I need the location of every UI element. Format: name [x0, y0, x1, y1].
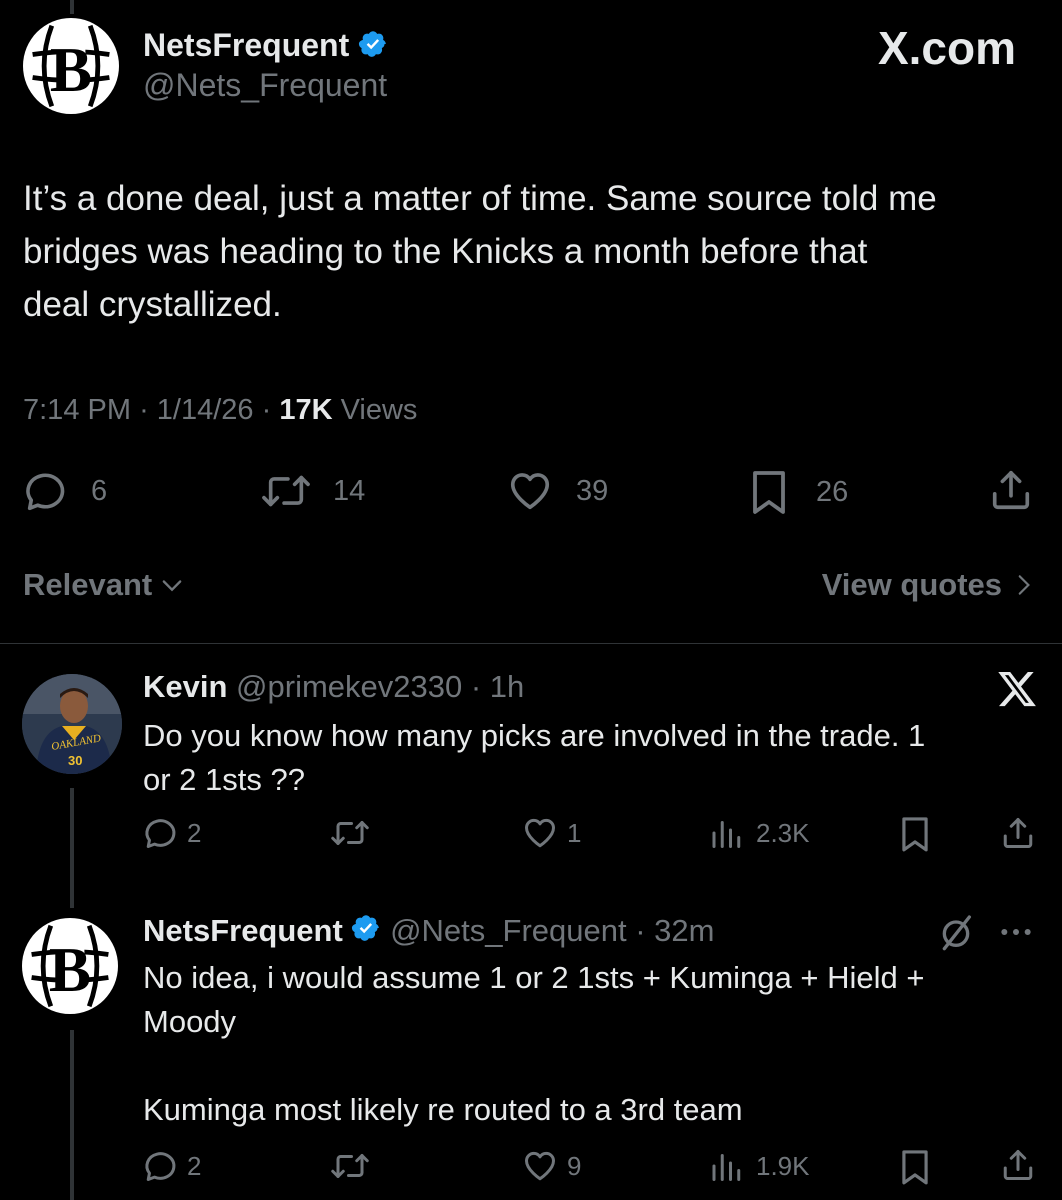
- player-photo-icon: OAKLAND 30: [22, 674, 122, 774]
- reply-text-line: Moody: [143, 1004, 237, 1039]
- thread-line-reply2: [70, 1030, 74, 1200]
- author-handle[interactable]: @Nets_Frequent: [143, 66, 387, 104]
- reply1-share-button[interactable]: [1000, 814, 1036, 852]
- reply-text-line: [143, 1044, 924, 1088]
- reply2-views-count: 1.9K: [756, 1150, 810, 1181]
- view-quotes-label: View quotes: [821, 567, 1002, 602]
- verified-badge-icon: [351, 913, 381, 952]
- bookmark-icon: [753, 471, 785, 514]
- reply-text-line: Kuminga most likely re routed to a 3rd t…: [143, 1092, 743, 1127]
- share-icon: [1003, 818, 1033, 848]
- reply2-share-button[interactable]: [1000, 1146, 1036, 1184]
- like-button[interactable]: 39: [506, 468, 608, 514]
- views-chart-icon: [712, 821, 741, 848]
- repost-count: 14: [333, 474, 366, 507]
- kevin-avatar[interactable]: OAKLAND 30: [22, 674, 122, 774]
- reply2-bookmark-button[interactable]: [898, 1148, 932, 1186]
- reply2-repost-button[interactable]: [328, 1148, 372, 1184]
- heart-icon: [510, 473, 550, 510]
- thread-line-reply1: [70, 788, 74, 908]
- reply-author-handle[interactable]: @Nets_Frequent: [390, 913, 627, 948]
- bookmark-count: 26: [816, 475, 849, 508]
- reply1-views[interactable]: 2.3K: [708, 815, 810, 851]
- reply2-like-count: 9: [567, 1150, 582, 1181]
- heart-icon: [525, 818, 555, 848]
- bookmark-icon: [902, 1150, 928, 1185]
- share-icon: [1003, 1150, 1033, 1180]
- jersey-number: 30: [68, 753, 82, 768]
- reply1-repost-button[interactable]: [328, 815, 372, 851]
- repost-icon: [262, 475, 310, 507]
- reply2-reply-button[interactable]: 2: [143, 1148, 201, 1184]
- tweet-meta: 7:14 PM · 1/14/26 · 17K Views: [23, 394, 418, 426]
- chevron-down-icon: [162, 580, 182, 592]
- reply-text-line: or 2 1sts ??: [143, 762, 305, 797]
- nets-logo-icon: B: [23, 919, 117, 1013]
- sort-label: Relevant: [23, 567, 153, 602]
- share-button[interactable]: [988, 466, 1034, 514]
- tweet-text-line: bridges was heading to the Knicks a mont…: [23, 232, 868, 271]
- reply-author-name[interactable]: NetsFrequent: [143, 913, 343, 948]
- sort-relevant-dropdown[interactable]: Relevant: [23, 566, 186, 604]
- chevron-right-icon: [1018, 575, 1030, 595]
- netsfrequent-avatar[interactable]: B: [23, 18, 119, 114]
- more-options-icon[interactable]: [996, 912, 1036, 957]
- views-label: Views: [340, 394, 418, 426]
- heart-icon: [525, 1151, 555, 1181]
- x-logo-icon: [996, 668, 1038, 715]
- repost-icon: [331, 1154, 369, 1178]
- like-count: 39: [576, 474, 609, 507]
- netsfrequent-reply-avatar[interactable]: B: [22, 918, 118, 1014]
- x-com-watermark: X.com: [877, 22, 1016, 74]
- reply-author-name[interactable]: Kevin: [143, 669, 227, 704]
- reply-text-line: No idea, i would assume 1 or 2 1sts + Ku…: [143, 960, 925, 995]
- author-name[interactable]: NetsFrequent: [143, 27, 349, 63]
- divider: [0, 643, 1062, 644]
- repost-button[interactable]: 14: [259, 468, 365, 514]
- reply-icon: [145, 1152, 176, 1181]
- reply-icon: [26, 473, 65, 511]
- reply2-like-button[interactable]: 9: [521, 1148, 581, 1184]
- views-count: 17K: [279, 394, 333, 426]
- reply-count: 6: [91, 474, 108, 507]
- repost-icon: [331, 821, 369, 845]
- tweet-text-line: deal crystallized.: [23, 285, 282, 324]
- grok-icon[interactable]: [936, 912, 976, 957]
- svg-text:B: B: [49, 935, 91, 1005]
- reply2-reply-count: 2: [187, 1150, 202, 1181]
- share-icon: [992, 470, 1030, 510]
- reply-text-line: Do you know how many picks are involved …: [143, 718, 926, 753]
- reply-icon: [145, 819, 176, 848]
- reply1-views-count: 2.3K: [756, 817, 810, 848]
- reply1-reply-count: 2: [187, 817, 202, 848]
- nets-logo-icon: B: [24, 19, 118, 113]
- reply-button[interactable]: 6: [23, 468, 107, 514]
- thread-line-top: [70, 0, 74, 14]
- verified-badge-icon: [358, 29, 388, 67]
- view-quotes-link[interactable]: View quotes: [822, 566, 1036, 604]
- tweet-text-line: It’s a done deal, just a matter of time.…: [23, 179, 937, 218]
- views-chart-icon: [712, 1154, 741, 1181]
- reply2-views[interactable]: 1.9K: [708, 1148, 810, 1184]
- reply1-bookmark-button[interactable]: [898, 815, 932, 853]
- reply-author-handle[interactable]: @primekev2330: [236, 669, 462, 704]
- reply-time[interactable]: · 1h: [471, 669, 524, 704]
- reply1-like-count: 1: [567, 817, 582, 848]
- reply1-like-button[interactable]: 1: [521, 815, 581, 851]
- bookmark-button[interactable]: 26: [748, 468, 848, 516]
- bookmark-icon: [902, 817, 928, 852]
- tweet-time[interactable]: 7:14 PM: [23, 394, 131, 426]
- svg-text:B: B: [50, 35, 92, 105]
- reply1-reply-button[interactable]: 2: [143, 815, 201, 851]
- reply-time[interactable]: · 32m: [635, 913, 714, 948]
- tweet-date[interactable]: 1/14/26: [157, 394, 254, 426]
